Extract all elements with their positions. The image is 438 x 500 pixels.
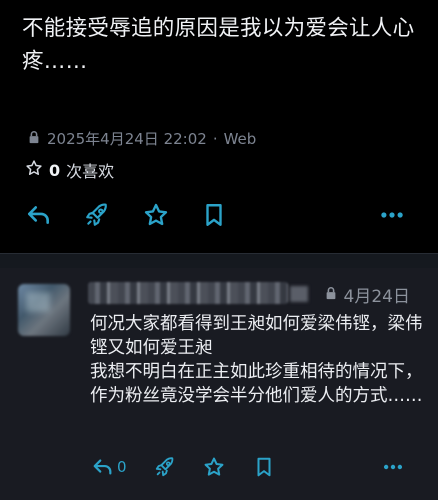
- reply-text: 何况大家都看得到王昶如何爱梁伟铿，梁伟铿又如何爱王昶 我想不明白在正主如此珍重相…: [90, 312, 425, 408]
- more-icon: [381, 212, 403, 218]
- star-outline-icon: [25, 159, 43, 181]
- meta-separator: ·: [212, 129, 218, 148]
- favorite-button[interactable]: [203, 454, 225, 480]
- reply-meta: 4月24日: [324, 282, 410, 307]
- reply-count: 0: [117, 458, 127, 476]
- redacted-display-name: [88, 282, 288, 304]
- bookmark-button[interactable]: [253, 454, 275, 480]
- boost-button[interactable]: [154, 454, 176, 480]
- section-divider: [0, 253, 438, 269]
- status-timestamp[interactable]: 2025年4月24日 22:02: [47, 128, 207, 149]
- boost-button[interactable]: [82, 200, 112, 230]
- favorite-button[interactable]: [141, 200, 171, 230]
- reply-action-bar: 0: [0, 454, 438, 484]
- favorites-count: 0: [49, 160, 61, 180]
- reply-status[interactable]: 4月24日 何况大家都看得到王昶如何爱梁伟铿，梁伟铿又如何爱王昶 我想不明白在正…: [0, 268, 438, 500]
- redacted-name-fragment: [290, 286, 308, 302]
- star-icon: [204, 457, 224, 476]
- star-icon: [144, 203, 168, 226]
- reply-icon: [27, 206, 49, 224]
- more-button[interactable]: [377, 200, 407, 230]
- reply-button[interactable]: [24, 200, 54, 230]
- avatar[interactable]: [18, 284, 70, 336]
- rocket-icon: [86, 203, 107, 226]
- bookmark-icon: [206, 204, 222, 226]
- status-meta: 2025年4月24日 22:02 · Web: [27, 128, 256, 149]
- reply-button[interactable]: 0: [92, 454, 127, 480]
- status-detail: 不能接受辱追的原因是我以为爱会让人心疼…… 2025年4月24日 22:02 ·…: [0, 0, 438, 253]
- reply-timestamp[interactable]: 4月24日: [344, 282, 410, 307]
- reply-icon: [93, 459, 112, 475]
- favorites-summary[interactable]: 0 次喜欢: [25, 158, 114, 182]
- bookmark-button[interactable]: [199, 200, 229, 230]
- reply-text-line: 何况大家都看得到王昶如何爱梁伟铿，梁伟铿又如何爱王昶: [90, 314, 423, 358]
- rocket-icon: [155, 457, 174, 477]
- status-text: 不能接受辱追的原因是我以为爱会让人心疼……: [22, 16, 415, 74]
- lock-icon: [27, 130, 41, 148]
- status-action-bar: [0, 200, 438, 234]
- reply-text-line: 我想不明白在正主如此珍重相待的情况下，作为粉丝竟没学会半分他们爱人的方式……: [90, 362, 423, 406]
- status-client: Web: [223, 129, 257, 148]
- bookmark-icon: [257, 457, 271, 477]
- more-button[interactable]: [382, 454, 404, 480]
- favorites-label: 次喜欢: [66, 162, 115, 181]
- lock-icon: [324, 285, 338, 305]
- more-icon: [383, 464, 403, 470]
